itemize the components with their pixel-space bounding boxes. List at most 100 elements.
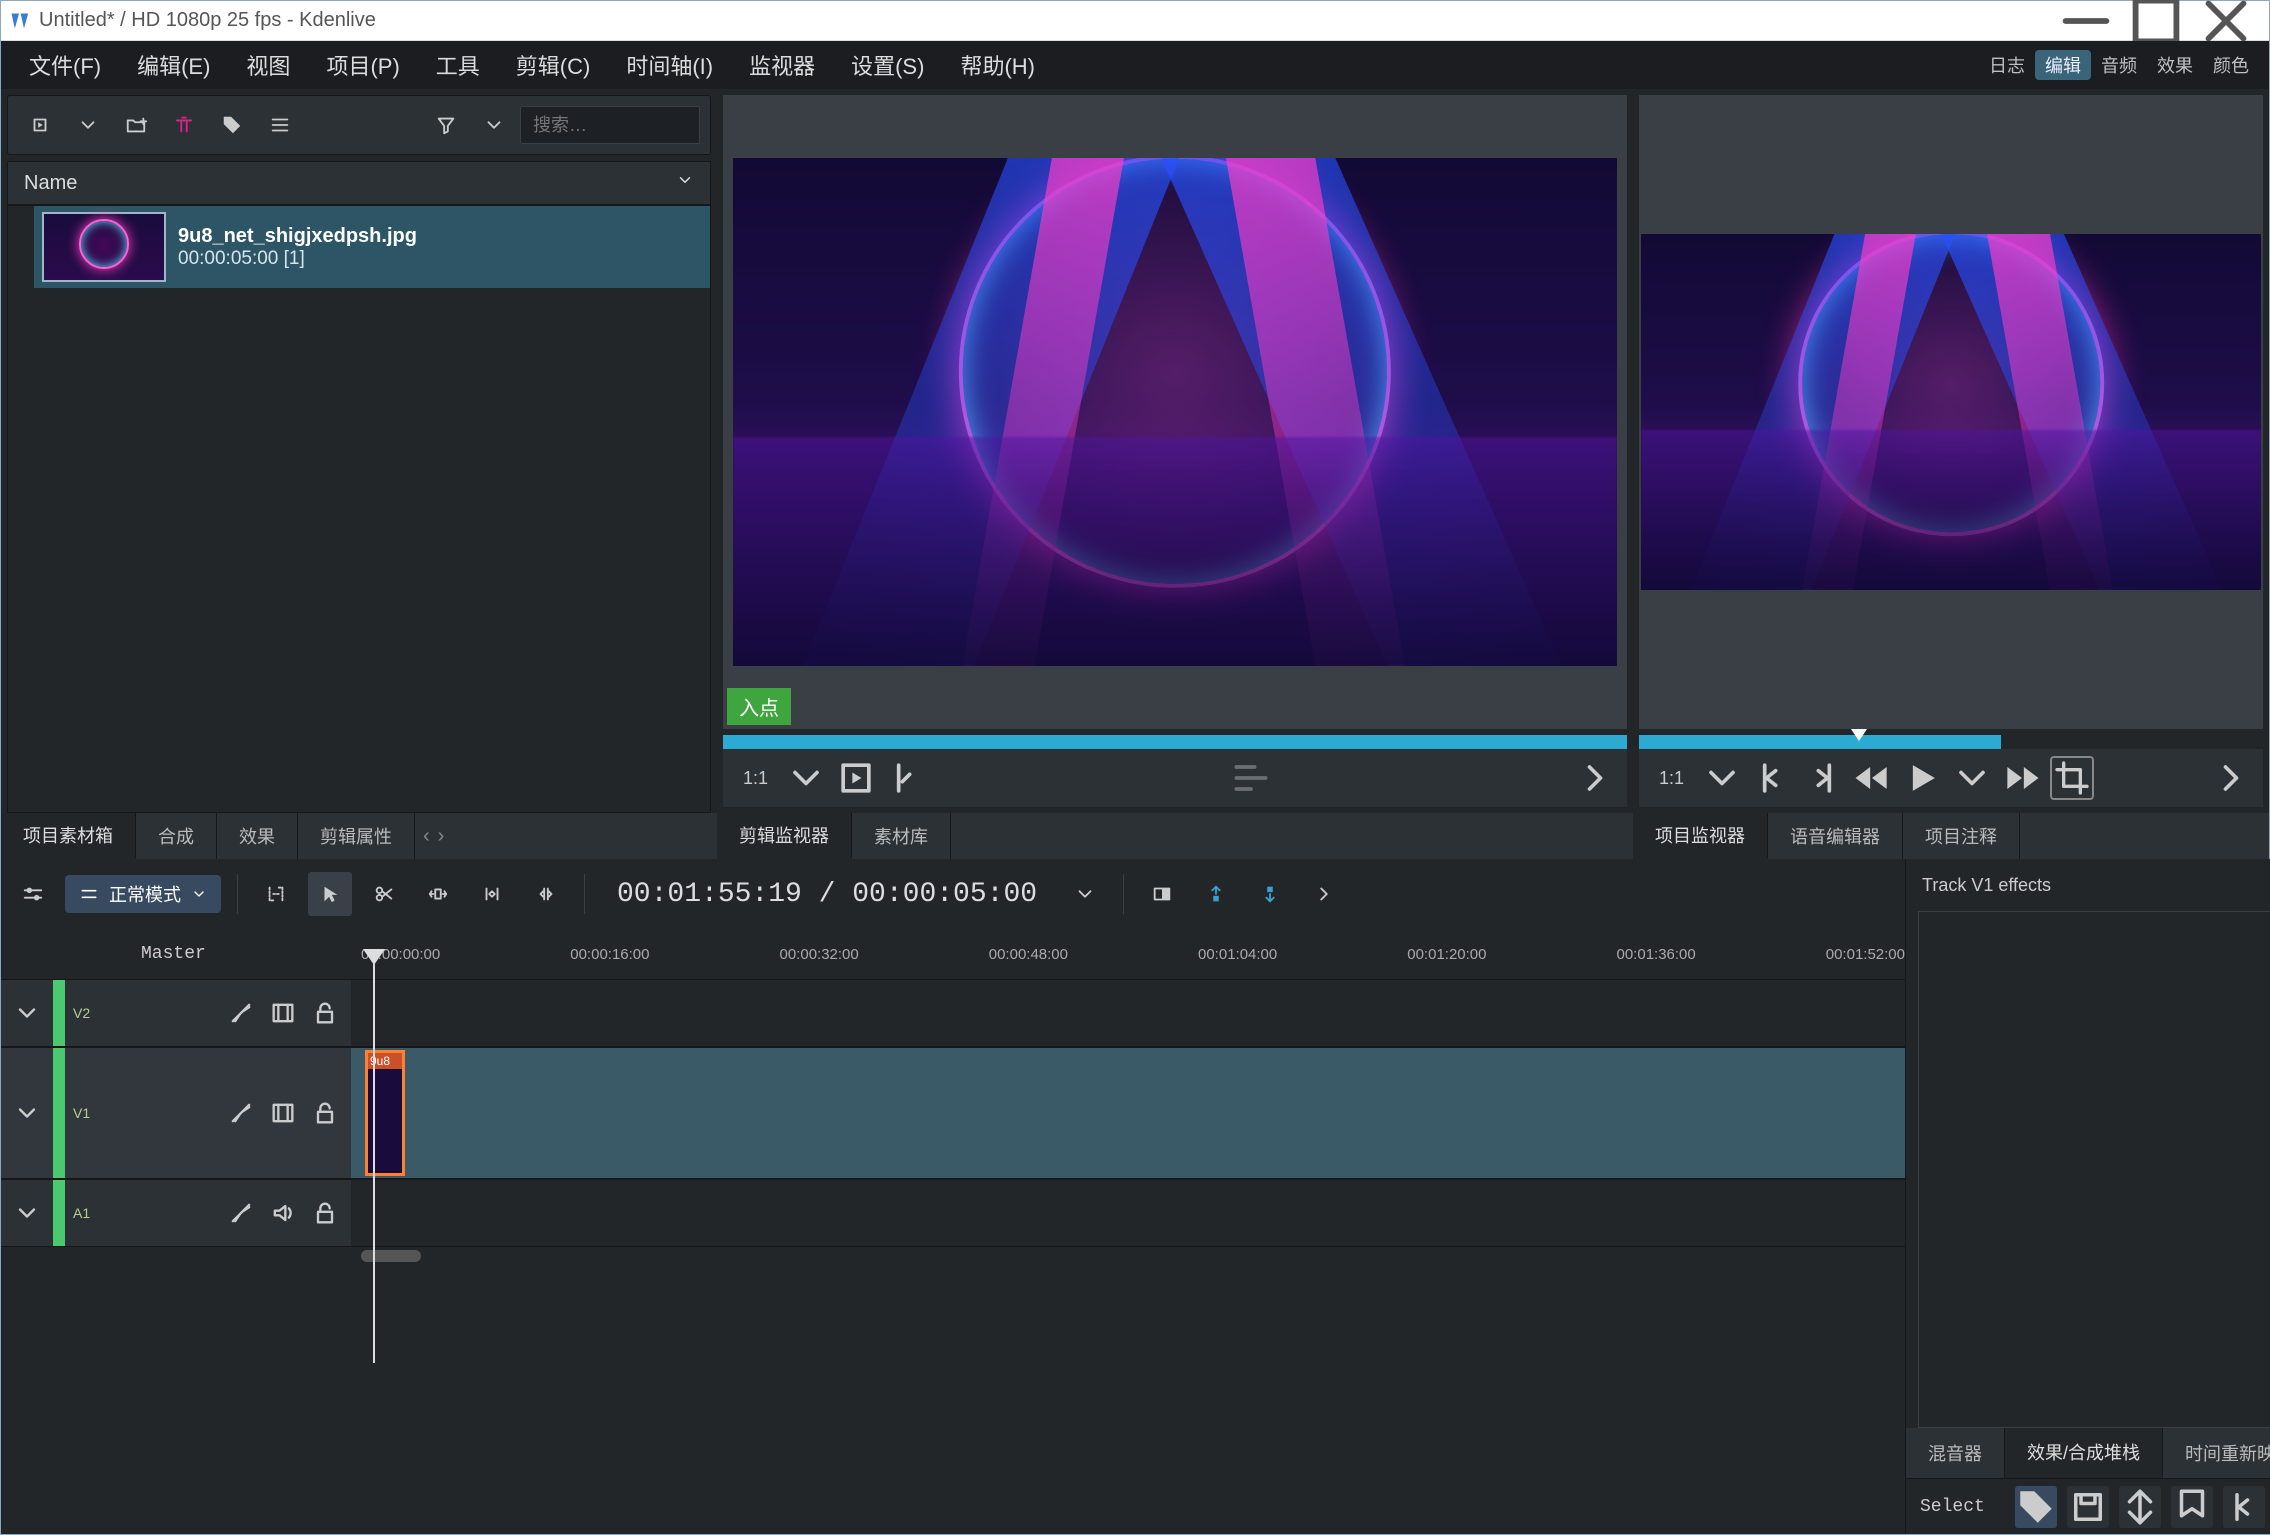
tab-compositions[interactable]: 合成 xyxy=(136,813,217,859)
overwrite-button[interactable] xyxy=(1140,872,1184,916)
collapse-icon[interactable] xyxy=(13,1199,41,1227)
video-icon[interactable] xyxy=(269,1099,297,1127)
tab-nav-left-icon[interactable]: ‹ xyxy=(423,825,430,848)
playhead[interactable] xyxy=(373,963,375,1363)
lock-icon[interactable] xyxy=(311,1099,339,1127)
playhead-marker-icon[interactable] xyxy=(1851,729,1867,741)
bin-search-input[interactable] xyxy=(520,106,700,144)
tab-project-bin[interactable]: 项目素材箱 xyxy=(1,813,136,859)
master-track-label[interactable]: Master xyxy=(1,929,351,979)
crop-button[interactable] xyxy=(2050,756,2094,800)
play-button[interactable] xyxy=(1900,756,1944,800)
razor-tool-button[interactable] xyxy=(362,872,406,916)
lift-button[interactable] xyxy=(1248,872,1292,916)
effects-icon[interactable] xyxy=(227,999,255,1027)
window-minimize-button[interactable] xyxy=(2051,1,2121,41)
track-header-a1[interactable]: A1 xyxy=(1,1179,351,1247)
clip-monitor-canvas[interactable]: 入点 xyxy=(723,95,1627,729)
insert-button[interactable] xyxy=(1194,872,1238,916)
track-lane-v2[interactable] xyxy=(351,979,1905,1047)
audio-icon[interactable] xyxy=(269,1199,297,1227)
filter-button[interactable] xyxy=(424,103,468,147)
track-header-v1[interactable]: V1 xyxy=(1,1047,351,1179)
menu-view[interactable]: 视图 xyxy=(228,41,308,89)
timeline-scrollbar[interactable] xyxy=(351,1247,1905,1265)
clip-monitor-options-button[interactable] xyxy=(1229,756,1273,800)
window-maximize-button[interactable] xyxy=(2121,1,2191,41)
layout-effects[interactable]: 效果 xyxy=(2147,50,2203,80)
filter-dropdown-icon[interactable] xyxy=(472,103,516,147)
layout-log[interactable]: 日志 xyxy=(1979,50,2035,80)
timeline-ruler[interactable]: 00:00:00:00 00:00:16:00 00:00:32:00 00:0… xyxy=(351,929,1905,979)
bin-item[interactable]: 9u8_net_shigjxedpsh.jpg 00:00:05:00 [1] xyxy=(34,206,710,288)
menu-monitor[interactable]: 监视器 xyxy=(731,41,833,89)
tab-effect-stack[interactable]: 效果/合成堆栈 xyxy=(2005,1428,2163,1478)
menu-tools[interactable]: 工具 xyxy=(418,41,498,89)
tag-button[interactable] xyxy=(210,103,254,147)
set-out-button[interactable] xyxy=(1800,756,1844,800)
tab-time-remap[interactable]: 时间重新映射 xyxy=(2163,1428,2270,1478)
menu-help[interactable]: 帮助(H) xyxy=(942,41,1053,89)
clip-monitor-ruler[interactable] xyxy=(723,735,1627,749)
lock-icon[interactable] xyxy=(311,1199,339,1227)
selection-tool-button[interactable] xyxy=(308,872,352,916)
track-compositing-button[interactable] xyxy=(254,872,298,916)
tab-project-notes[interactable]: 项目注释 xyxy=(1903,813,2020,859)
effects-icon[interactable] xyxy=(227,1199,255,1227)
collapse-icon[interactable] xyxy=(13,1099,41,1127)
timeline-settings-button[interactable] xyxy=(11,872,55,916)
menu-clip[interactable]: 剪辑(C) xyxy=(498,41,609,89)
timeline-tracks[interactable]: 00:00:00:00 00:00:16:00 00:00:32:00 00:0… xyxy=(351,929,1905,1534)
forward-button[interactable] xyxy=(2000,756,2044,800)
add-clip-dropdown-icon[interactable] xyxy=(66,103,110,147)
zone-in-button[interactable] xyxy=(470,872,514,916)
timeline-more-icon[interactable] xyxy=(1302,872,1346,916)
clip-monitor-more-icon[interactable] xyxy=(1573,756,1617,800)
proj-zoom-dropdown[interactable] xyxy=(1700,756,1744,800)
timecode-dropdown[interactable] xyxy=(1063,872,1107,916)
proj-monitor-more-icon[interactable] xyxy=(2209,756,2253,800)
bin-column-header[interactable]: Name xyxy=(7,161,711,205)
project-monitor-canvas[interactable] xyxy=(1639,95,2263,729)
tab-clip-properties[interactable]: 剪辑属性 xyxy=(298,813,415,859)
tab-library[interactable]: 素材库 xyxy=(852,813,951,859)
clip-zoom-dropdown[interactable] xyxy=(784,756,828,800)
menu-project[interactable]: 项目(P) xyxy=(308,41,417,89)
layout-edit[interactable]: 编辑 xyxy=(2035,50,2091,80)
track-header-v2[interactable]: V2 xyxy=(1,979,351,1047)
add-folder-button[interactable] xyxy=(114,103,158,147)
bin-list[interactable]: 9u8_net_shigjxedpsh.jpg 00:00:05:00 [1] xyxy=(7,205,711,813)
layout-audio[interactable]: 音频 xyxy=(2091,50,2147,80)
tab-project-monitor[interactable]: 项目监视器 xyxy=(1633,813,1768,859)
lock-icon[interactable] xyxy=(311,999,339,1027)
menu-settings[interactable]: 设置(S) xyxy=(833,41,942,89)
collapse-icon[interactable] xyxy=(13,999,41,1027)
play-dropdown[interactable] xyxy=(1950,756,1994,800)
layout-color[interactable]: 颜色 xyxy=(2203,50,2259,80)
timeline-clip[interactable]: 9u8 xyxy=(365,1050,405,1176)
menu-edit[interactable]: 编辑(E) xyxy=(119,41,228,89)
track-lane-v1[interactable]: 9u8 xyxy=(351,1047,1905,1179)
set-in-button[interactable] xyxy=(1750,756,1794,800)
clip-monitor-inout-button[interactable] xyxy=(884,756,928,800)
rewind-button[interactable] xyxy=(1850,756,1894,800)
video-icon[interactable] xyxy=(269,999,297,1027)
zone-out-button[interactable] xyxy=(524,872,568,916)
marker-button[interactable] xyxy=(2171,1486,2213,1528)
clip-monitor-play-zone-button[interactable] xyxy=(834,756,878,800)
view-options-button[interactable] xyxy=(258,103,302,147)
tag-tool-button[interactable] xyxy=(2015,1486,2057,1528)
effects-icon[interactable] xyxy=(227,1099,255,1127)
add-clip-button[interactable] xyxy=(18,103,62,147)
snap-button[interactable] xyxy=(2119,1486,2161,1528)
track-lane-a1[interactable] xyxy=(351,1179,1905,1247)
save-button[interactable] xyxy=(2067,1486,2109,1528)
tab-mixer[interactable]: 混音器 xyxy=(1906,1428,2005,1478)
effects-stack-body[interactable] xyxy=(1918,911,2270,1428)
menu-file[interactable]: 文件(F) xyxy=(11,41,119,89)
spacer-tool-button[interactable] xyxy=(416,872,460,916)
timecode-display[interactable]: 00:01:55:19 / 00:00:05:00 xyxy=(601,879,1053,910)
tab-nav-right-icon[interactable]: › xyxy=(438,825,445,848)
tab-voice-editor[interactable]: 语音编辑器 xyxy=(1768,813,1903,859)
project-monitor-ruler[interactable] xyxy=(1639,735,2263,749)
